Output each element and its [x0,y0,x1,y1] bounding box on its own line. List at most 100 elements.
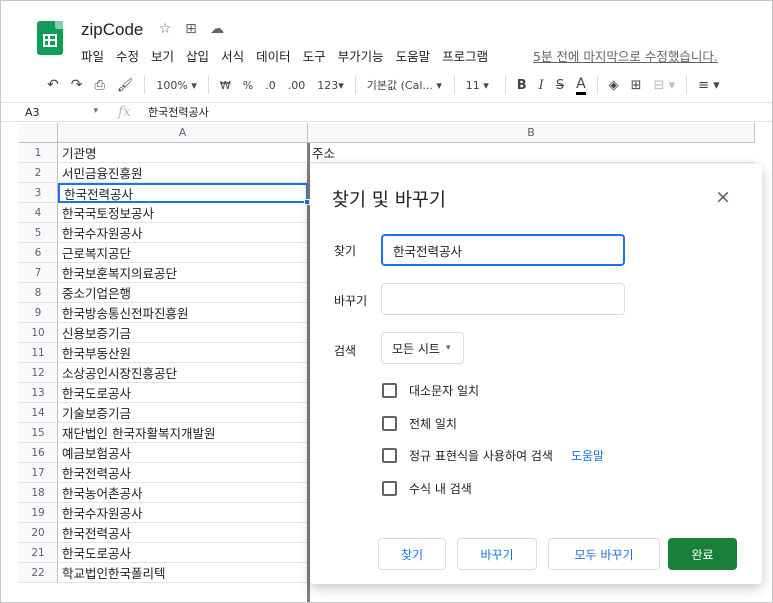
cell-a[interactable]: 한국전력공사 [58,523,308,543]
row-header[interactable]: 3 [19,183,58,203]
document-title[interactable]: zipCode [81,20,143,40]
menu-file[interactable]: 파일 [81,46,104,65]
regex-checkbox[interactable] [382,448,397,463]
column-header-b[interactable]: B [308,123,755,143]
menu-format[interactable]: 서식 [221,46,244,65]
close-icon[interactable]: × [715,186,731,208]
cell-a[interactable]: 한국수자원공사 [58,503,308,523]
cell-b1[interactable]: 주소 [308,143,755,163]
cell-a[interactable]: 한국방송통신전파진흥원 [58,303,308,323]
font-size-select[interactable]: 11 ▾ [460,71,500,99]
row-header[interactable]: 1 [19,143,58,163]
cell-a[interactable]: 한국도로공사 [58,543,308,563]
find-button[interactable]: 찾기 [378,538,446,570]
align-icon[interactable]: ≡ ▾ [692,71,726,99]
row-header[interactable]: 5 [19,223,58,243]
row-header[interactable]: 13 [19,383,58,403]
row-header[interactable]: 4 [19,203,58,223]
row-header[interactable]: 8 [19,283,58,303]
cell-a[interactable]: 신용보증기금 [58,323,308,343]
strikethrough-button[interactable]: S [550,71,570,99]
italic-button[interactable]: I [533,71,550,99]
cell-a[interactable]: 한국전력공사 [58,463,308,483]
name-box[interactable]: A3 ▾ [1,106,104,119]
in-formulas-checkbox[interactable] [382,481,397,496]
zoom-select[interactable]: 100% ▾ [150,71,202,99]
bold-button[interactable]: B [511,71,533,99]
corner-header[interactable] [19,123,58,143]
cell-a[interactable]: 근로복지공단 [58,243,308,263]
replace-button[interactable]: 바꾸기 [457,538,537,570]
done-button[interactable]: 완료 [668,538,737,570]
row-header[interactable]: 6 [19,243,58,263]
row-header[interactable]: 20 [19,523,58,543]
cell-a[interactable]: 예금보험공사 [58,443,308,463]
match-case-option[interactable]: 대소문자 일치 [382,382,479,399]
fill-color-icon[interactable]: ◈ [603,71,625,99]
star-icon[interactable]: ☆ [157,21,173,37]
menu-addons[interactable]: 부가기능 [338,46,384,65]
match-entire-option[interactable]: 전체 일치 [382,415,457,432]
regex-option[interactable]: 정규 표현식을 사용하여 검색 도움말 [382,447,604,464]
row-header[interactable]: 14 [19,403,58,423]
selected-cell-a3[interactable]: 한국전력공사 [58,183,308,203]
undo-icon[interactable]: ↶ [41,71,65,99]
menu-edit[interactable]: 수정 [116,46,139,65]
match-case-checkbox[interactable] [382,383,397,398]
increase-decimal-button[interactable]: .00 [282,71,312,99]
borders-icon[interactable]: ⊞ [625,71,648,99]
cell-a[interactable]: 한국수자원공사 [58,223,308,243]
cell-a[interactable]: 소상공인시장진흥공단 [58,363,308,383]
row-header[interactable]: 16 [19,443,58,463]
sheets-logo-icon[interactable] [37,21,63,55]
row-header[interactable]: 18 [19,483,58,503]
menu-tools[interactable]: 도구 [303,46,326,65]
decrease-decimal-button[interactable]: .0 [259,71,282,99]
last-edit-link[interactable]: 5분 전에 마지막으로 수정했습니다. [533,46,718,65]
cell-a[interactable]: 한국부동산원 [58,343,308,363]
row-header[interactable]: 10 [19,323,58,343]
merge-cells-icon[interactable]: ⊟ ▾ [648,71,682,99]
cell-a[interactable]: 중소기업은행 [58,283,308,303]
currency-format-button[interactable]: ₩ [214,71,237,99]
row-header[interactable]: 7 [19,263,58,283]
match-entire-checkbox[interactable] [382,416,397,431]
more-formats-button[interactable]: 123 ▾ [311,71,350,99]
cell-a[interactable]: 한국국토정보공사 [58,203,308,223]
row-header[interactable]: 22 [19,563,58,583]
cell-a[interactable]: 한국농어촌공사 [58,483,308,503]
menu-help[interactable]: 도움말 [396,46,431,65]
row-header[interactable]: 21 [19,543,58,563]
move-folder-icon[interactable]: ⊞ [183,21,199,37]
print-icon[interactable]: ⎙ [88,71,110,99]
row-header[interactable]: 17 [19,463,58,483]
cell-a[interactable]: 서민금융진흥원 [58,163,308,183]
row-header[interactable]: 11 [19,343,58,363]
paint-format-icon[interactable]: 🖌 [111,71,140,99]
font-select[interactable]: 기본값 (Cal... ▾ [361,71,449,99]
menu-data[interactable]: 데이터 [256,46,291,65]
row-header[interactable]: 19 [19,503,58,523]
cell-a[interactable]: 학교법인한국폴리텍 [58,563,308,583]
regex-help-link[interactable]: 도움말 [571,447,604,464]
formula-input[interactable]: 한국전력공사 [140,104,209,120]
menu-programs[interactable]: 프로그램 [442,46,488,65]
menu-insert[interactable]: 삽입 [186,46,209,65]
cell-a[interactable]: 한국도로공사 [58,383,308,403]
cell-a[interactable]: 한국보훈복지의료공단 [58,263,308,283]
find-input[interactable]: 한국전력공사 [381,234,625,266]
replace-all-button[interactable]: 모두 바꾸기 [548,538,660,570]
cloud-status-icon[interactable]: ☁ [209,21,225,37]
percent-format-button[interactable]: % [237,71,259,99]
cell-a[interactable]: 기술보증기금 [58,403,308,423]
replace-input[interactable] [381,283,625,315]
row-header[interactable]: 12 [19,363,58,383]
cell-a[interactable]: 재단법인 한국자활복지개발원 [58,423,308,443]
row-header[interactable]: 9 [19,303,58,323]
in-formulas-option[interactable]: 수식 내 검색 [382,480,472,497]
redo-icon[interactable]: ↷ [65,71,89,99]
row-header[interactable]: 15 [19,423,58,443]
menu-view[interactable]: 보기 [151,46,174,65]
cell-a[interactable]: 기관명 [58,143,308,163]
column-header-a[interactable]: A [58,123,308,143]
